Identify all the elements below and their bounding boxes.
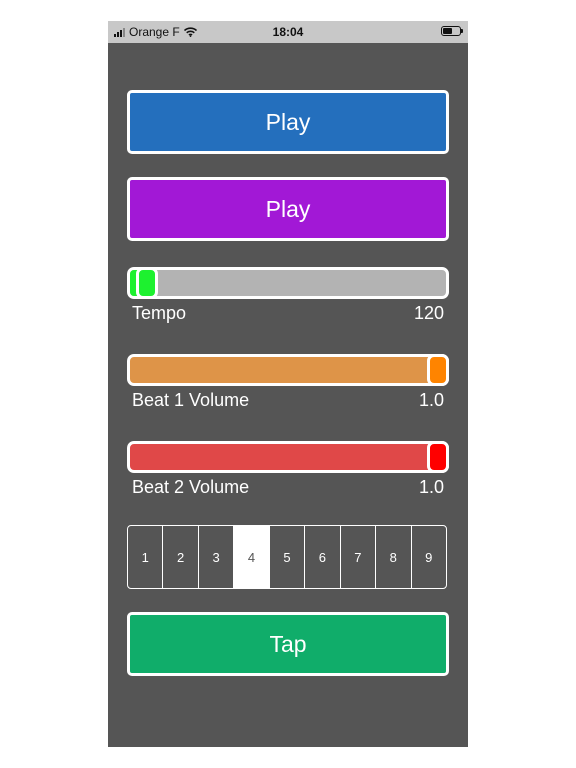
status-bar: Orange F 18:04 (108, 21, 468, 43)
beat2-volume-value: 1.0 (418, 477, 444, 497)
beat-count-selector: 1 2 3 4 5 6 7 8 9 (127, 525, 447, 589)
app-screen: Orange F 18:04 Play Play Tempo 120 Beat … (108, 21, 468, 747)
segment-1[interactable]: 1 (128, 526, 164, 588)
segment-9[interactable]: 9 (412, 526, 446, 588)
segment-4-selected[interactable]: 4 (234, 526, 270, 588)
segment-3[interactable]: 3 (199, 526, 235, 588)
play-button-1[interactable]: Play (127, 90, 449, 154)
segment-6[interactable]: 6 (305, 526, 341, 588)
status-time: 18:04 (272, 25, 304, 39)
beat1-volume-label: Beat 1 Volume (132, 390, 250, 410)
beat1-volume-value: 1.0 (418, 390, 444, 410)
play-button-2[interactable]: Play (127, 177, 449, 241)
tempo-slider[interactable] (127, 267, 449, 299)
beat1-volume-slider-thumb[interactable] (427, 354, 449, 386)
beat1-volume-slider[interactable] (127, 354, 449, 386)
beat2-volume-slider-thumb[interactable] (427, 441, 449, 473)
segment-7[interactable]: 7 (341, 526, 377, 588)
battery-icon (441, 26, 463, 36)
beat2-volume-slider[interactable] (127, 441, 449, 473)
tap-button-label: Tap (269, 630, 307, 657)
tempo-slider-thumb[interactable] (136, 267, 158, 299)
tap-button[interactable]: Tap (127, 612, 449, 676)
segment-8[interactable]: 8 (376, 526, 412, 588)
play-button-2-label: Play (265, 195, 311, 222)
tempo-label: Tempo (132, 303, 187, 323)
segment-2[interactable]: 2 (163, 526, 199, 588)
play-button-1-label: Play (265, 108, 311, 135)
segment-5[interactable]: 5 (270, 526, 306, 588)
tempo-value: 120 (413, 303, 444, 323)
beat2-volume-label: Beat 2 Volume (132, 477, 250, 497)
